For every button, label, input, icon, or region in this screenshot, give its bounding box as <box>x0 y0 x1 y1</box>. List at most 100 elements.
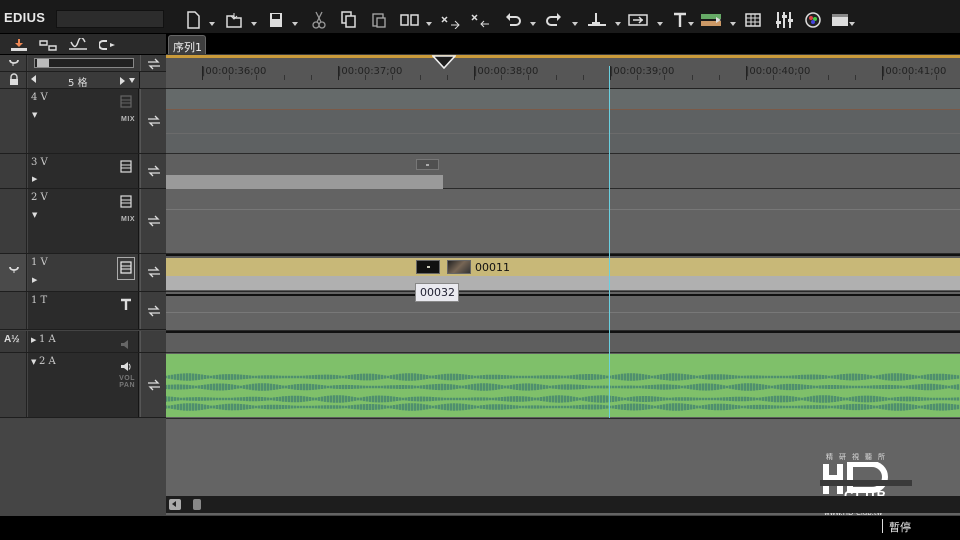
cut-icon[interactable] <box>312 10 326 30</box>
tab-sequence-1[interactable]: 序列1 <box>168 35 206 54</box>
ruler-accent <box>166 55 960 58</box>
timeline-track-3v[interactable] <box>166 154 960 189</box>
layout-icon[interactable] <box>831 10 849 30</box>
ruler-minor-tick <box>582 75 584 80</box>
patch-collapse[interactable] <box>0 55 27 71</box>
lock-patch[interactable] <box>0 72 27 88</box>
timeline-track-1v[interactable]: 00011 <box>166 254 960 292</box>
insert-mode-dropdown-icon[interactable] <box>426 22 432 26</box>
paste-icon[interactable] <box>371 10 387 30</box>
redo-dropdown-icon[interactable] <box>572 22 578 26</box>
status-bar <box>0 515 960 540</box>
expand-arrow-icon[interactable]: ▼ <box>32 111 37 119</box>
group-icon[interactable] <box>98 37 119 56</box>
expand-arrow-icon[interactable]: ▼ <box>31 358 36 366</box>
bin-window-icon[interactable] <box>745 10 761 30</box>
collapse-arrow-icon[interactable]: ▶ <box>32 276 37 284</box>
scale-left-icon[interactable] <box>31 75 36 83</box>
scale-dropdown-icon[interactable] <box>129 78 135 83</box>
undo-icon[interactable] <box>504 10 522 30</box>
playhead-handle[interactable] <box>432 55 456 69</box>
ruler-label: |00:00:39;00 <box>610 66 675 77</box>
collapse-arrow-icon[interactable]: ▶ <box>31 336 36 344</box>
timeline-track-2a[interactable] <box>166 353 960 419</box>
volume-label[interactable]: VOL <box>119 375 135 382</box>
scale-label: 5 格 <box>68 78 88 89</box>
ruler-label: |00:00:36;00 <box>202 66 267 77</box>
expand-arrow-icon[interactable]: ▼ <box>32 211 37 219</box>
sync-lock-icon <box>148 115 160 127</box>
video-clip-00011[interactable] <box>166 258 960 276</box>
track-header-4v[interactable]: 4 V ▼ MIX <box>0 89 166 154</box>
delete-icon[interactable] <box>469 10 491 30</box>
ripple-delete-icon[interactable] <box>439 10 461 30</box>
set-in-icon[interactable] <box>10 37 28 56</box>
track-name: 4 V <box>31 92 48 103</box>
track-header-2v[interactable]: 2 V ▼ MIX <box>0 189 166 254</box>
speaker-icon[interactable] <box>120 335 132 354</box>
save-icon[interactable] <box>269 10 283 30</box>
scroll-thumb[interactable] <box>193 499 201 510</box>
timeline-track-1t[interactable] <box>166 294 960 331</box>
track-panel: 5 格 4 V ▼ MIX 3 V ▶ 2 V ▼ MIX 1 V ▶ 1 T … <box>0 55 166 515</box>
track-header-1v[interactable]: 1 V ▶ <box>0 254 166 292</box>
video-track-icon[interactable] <box>117 257 135 280</box>
track-header-1a[interactable]: A½ ▶ 1 A <box>0 331 166 353</box>
track-name: 2 V <box>31 192 48 203</box>
export-icon[interactable] <box>628 10 650 30</box>
render-icon[interactable] <box>700 10 724 30</box>
video-track-icon[interactable] <box>120 193 132 212</box>
clip-thumbnail-in[interactable] <box>416 260 440 274</box>
new-project-icon[interactable] <box>186 10 200 30</box>
scroll-left-button[interactable] <box>169 499 181 510</box>
render-dropdown-icon[interactable] <box>730 22 736 26</box>
timeline-track-4v[interactable] <box>166 89 960 154</box>
zoom-slider-row <box>0 55 166 72</box>
add-marker-dropdown-icon[interactable] <box>615 22 621 26</box>
open-project-icon[interactable] <box>225 10 243 30</box>
add-marker-icon[interactable] <box>586 10 608 30</box>
layout-dropdown-icon[interactable] <box>849 22 855 26</box>
title-tool-icon[interactable] <box>673 10 689 30</box>
track-header-3v[interactable]: 3 V ▶ <box>0 154 166 189</box>
collapse-arrow-icon[interactable]: ▶ <box>32 175 37 183</box>
video-track-icon[interactable] <box>120 158 132 177</box>
title-track-icon[interactable] <box>120 296 132 315</box>
save-dropdown-icon[interactable] <box>292 22 298 26</box>
timeline-track-1a[interactable] <box>166 331 960 353</box>
horizontal-scrollbar[interactable] <box>166 496 960 513</box>
track-add-icon[interactable] <box>38 37 58 56</box>
ruler-minor-tick <box>854 75 856 80</box>
link-icon[interactable] <box>67 36 89 56</box>
mixer-label[interactable]: MIX <box>121 216 135 223</box>
open-project-dropdown-icon[interactable] <box>251 22 257 26</box>
export-dropdown-icon[interactable] <box>657 22 663 26</box>
scale-right-icon[interactable] <box>120 77 125 85</box>
audio-waveform <box>166 373 960 411</box>
speaker-icon[interactable] <box>120 357 132 376</box>
copy-icon[interactable] <box>341 10 357 30</box>
zoom-slider-thumb[interactable] <box>37 59 49 67</box>
ruler-minor-tick <box>419 75 421 80</box>
clip-thumbnail-out[interactable] <box>447 260 471 274</box>
track-header-1t[interactable]: 1 T <box>0 292 166 330</box>
timecode-ruler[interactable]: |00:00:36;00 |00:00:37;00 |00:00:38;00 |… <box>166 55 960 89</box>
audio-patch-icon[interactable]: A½ <box>4 334 20 345</box>
vectorscope-icon[interactable] <box>805 10 821 30</box>
undo-dropdown-icon[interactable] <box>530 22 536 26</box>
ruler-minor-tick <box>691 75 693 80</box>
clip-thumbnail[interactable] <box>416 159 439 170</box>
new-project-dropdown-icon[interactable] <box>209 22 215 26</box>
insert-mode-icon[interactable] <box>399 10 421 30</box>
mixer-icon[interactable] <box>775 10 793 30</box>
video-track-icon[interactable] <box>120 93 132 112</box>
track-header-2a[interactable]: ▼ 2 A VOL PAN <box>0 353 166 418</box>
pan-label[interactable]: PAN <box>119 382 135 389</box>
app-title: EDIUS <box>4 10 46 25</box>
timeline-track-2v[interactable] <box>166 189 960 254</box>
title-tool-dropdown-icon[interactable] <box>688 22 694 26</box>
redo-icon[interactable] <box>545 10 563 30</box>
mixer-label[interactable]: MIX <box>121 116 135 123</box>
zoom-slider[interactable] <box>34 58 134 68</box>
track-panel-empty <box>0 419 166 515</box>
